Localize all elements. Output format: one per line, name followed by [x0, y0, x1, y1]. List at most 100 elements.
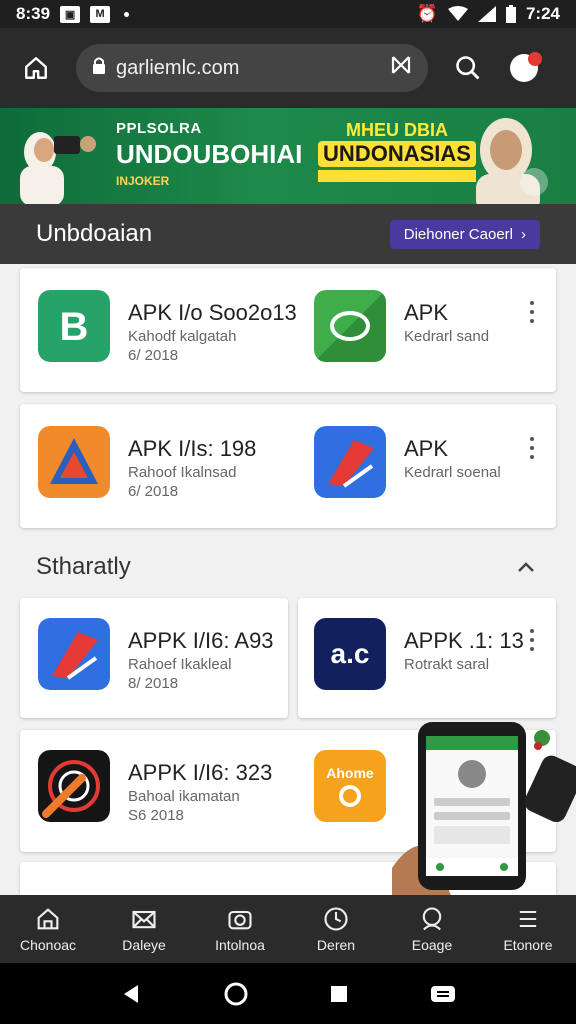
app-subtitle: Kahodf kalgatah [128, 328, 237, 345]
app-item[interactable]: APK Kedrarl soenal [314, 426, 501, 498]
svg-text:B: B [60, 305, 89, 349]
banner-fine-print [318, 170, 476, 182]
banner-kicker: PPLSOLRA [116, 120, 202, 137]
app-subtitle: Rotrakt saral [404, 656, 490, 673]
app-date: 8/ 2018 [128, 675, 179, 692]
section-title: Unbdoaian [36, 220, 153, 247]
promo-banner[interactable]: PPLSOLRA UNDOUBOHIAI INJOKER MHEU DBIA U… [0, 108, 576, 204]
app-icon-green: B [38, 290, 110, 362]
notification-icon: ▣ [60, 5, 81, 23]
app-title: APK I/Is: 198 [128, 436, 257, 461]
app-card[interactable]: B APK I/o Soo2o13 Kahodf kalgatah 6/ 201… [20, 268, 556, 392]
app-icon-target [38, 750, 110, 822]
app-card[interactable]: a.c APPK .1: 13 Rotrakt saral [298, 598, 556, 718]
app-item[interactable]: B APK I/o Soo2o13 Kahodf kalgatah 6/ 201… [38, 290, 297, 364]
collapse-button[interactable] [512, 553, 540, 581]
system-navigation-bar [0, 963, 576, 1024]
banner-right-line1: MHEU DBIA [346, 120, 448, 140]
recents-icon[interactable] [329, 984, 349, 1004]
more-options-button[interactable] [524, 626, 540, 654]
app-subtitle: Kedrarl soenal [404, 464, 501, 481]
browser-toolbar: garliemlc.com [0, 28, 576, 108]
profile-icon [422, 907, 442, 931]
app-title: APPK I/I6: 323 [128, 760, 273, 785]
notification-badge [528, 52, 542, 66]
home-icon [25, 57, 47, 79]
search-icon [456, 56, 480, 80]
more-options-button[interactable] [524, 298, 540, 326]
nav-item-compass[interactable]: Deren [288, 895, 384, 963]
lock-icon [92, 56, 106, 80]
app-icon-arrow [314, 426, 386, 498]
nav-item-mail[interactable]: Daleye [96, 895, 192, 963]
home-circle-icon[interactable] [223, 981, 249, 1007]
app-title: APPK .1: 13 [404, 628, 524, 653]
banner-right-line2: UNDONASIAS [318, 141, 476, 167]
app-card[interactable]: APPK I/I6: A93 Rahoef Ikakleal 8/ 2018 [20, 598, 288, 718]
banner-person-left-image [20, 132, 96, 204]
status-right-time: 7:24 [525, 4, 560, 23]
banner-left-text: PPLSOLRA UNDOUBOHIAI INJOKER [116, 120, 302, 188]
tabs-icon[interactable] [390, 54, 412, 82]
app-icon-arrow [38, 618, 110, 690]
section-action-label: Diehoner Caoerl [403, 225, 513, 243]
app-notification-icon: M [90, 5, 111, 23]
banner-sub: INJOKER [116, 174, 170, 188]
app-item[interactable]: a.c APPK .1: 13 Rotrakt saral [314, 618, 524, 690]
url-bar[interactable]: garliemlc.com [76, 44, 428, 92]
section-action-button[interactable]: Diehoner Caoerl › [389, 219, 540, 249]
keyboard-switch-icon[interactable] [430, 984, 456, 1004]
app-date: S6 2018 [128, 807, 184, 824]
app-title: APK [404, 436, 449, 461]
chevron-right-icon: › [521, 225, 526, 243]
app-item[interactable]: APPK I/I6: A93 Rahoef Ikakleal 8/ 2018 [38, 618, 274, 692]
account-button[interactable] [504, 48, 544, 88]
nav-label: Daleye [122, 937, 166, 953]
app-date: 6/ 2018 [128, 483, 179, 500]
compass-icon [324, 907, 348, 931]
search-button[interactable] [448, 48, 488, 88]
app-icon-text: Ahome [326, 765, 374, 781]
wifi-icon [447, 6, 468, 21]
app-title: APK I/o Soo2o13 [128, 300, 297, 325]
more-notifications-icon [124, 11, 130, 17]
app-icon-ac: a.c [314, 618, 386, 690]
app-icon-home-orange: Ahome [314, 750, 386, 822]
section-header: Unbdoaian Diehoner Caoerl › [0, 204, 576, 264]
alarm-icon: ⏰ [416, 4, 438, 23]
back-icon[interactable] [120, 983, 142, 1005]
nav-label: Chonoac [19, 937, 77, 953]
app-date: 6/ 2018 [128, 347, 179, 364]
app-icon-text: a.c [330, 638, 370, 669]
app-subtitle: Kedrarl sand [404, 328, 490, 345]
home-button[interactable] [16, 48, 56, 88]
nav-item-camera[interactable]: Intolnoa [192, 895, 288, 963]
app-item[interactable]: APK Kedrarl sand [314, 290, 489, 362]
banner-right-text: MHEU DBIA UNDONASIAS [318, 120, 476, 182]
nav-item-profile[interactable]: Eoage [384, 895, 480, 963]
banner-next-button[interactable] [520, 168, 548, 196]
app-item[interactable]: APPK I/I6: 323 Bahoal ikamatan S6 2018 [38, 750, 272, 824]
app-card[interactable]: APK I/Is: 198 Rahoof Ikalnsad 6/ 2018 AP… [20, 404, 556, 528]
subsection-header: Stharatly [0, 540, 576, 594]
banner-headline: UNDOUBOHIAI [116, 139, 303, 169]
bottom-navigation: Chonoac Daleye Intolnoa Deren Eoage Eton… [0, 895, 576, 963]
nav-item-menu[interactable]: Etonore [480, 895, 576, 963]
nav-label: Eoage [411, 937, 453, 953]
mail-icon [132, 910, 156, 929]
status-bar: 8:39 ▣ M ⏰ 7:24 [0, 0, 576, 28]
nav-label: Intolnoa [215, 937, 265, 953]
app-title: APPK I/I6: A93 [128, 628, 274, 653]
app-subtitle: Rahoof Ikalnsad [128, 464, 237, 481]
nav-item-home[interactable]: Chonoac [0, 895, 96, 963]
app-item[interactable]: Ahome [314, 750, 386, 822]
signal-icon [477, 6, 496, 22]
app-subtitle: Rahoef Ikakleal [128, 656, 232, 673]
more-options-button[interactable] [524, 434, 540, 462]
url-text: garliemlc.com [116, 56, 240, 79]
app-item[interactable]: APK I/Is: 198 Rahoof Ikalnsad 6/ 2018 [38, 426, 256, 500]
app-subtitle: Bahoal ikamatan [128, 788, 240, 805]
camera-icon [228, 910, 252, 930]
app-icon-chat [314, 290, 386, 362]
home-icon [37, 908, 59, 930]
